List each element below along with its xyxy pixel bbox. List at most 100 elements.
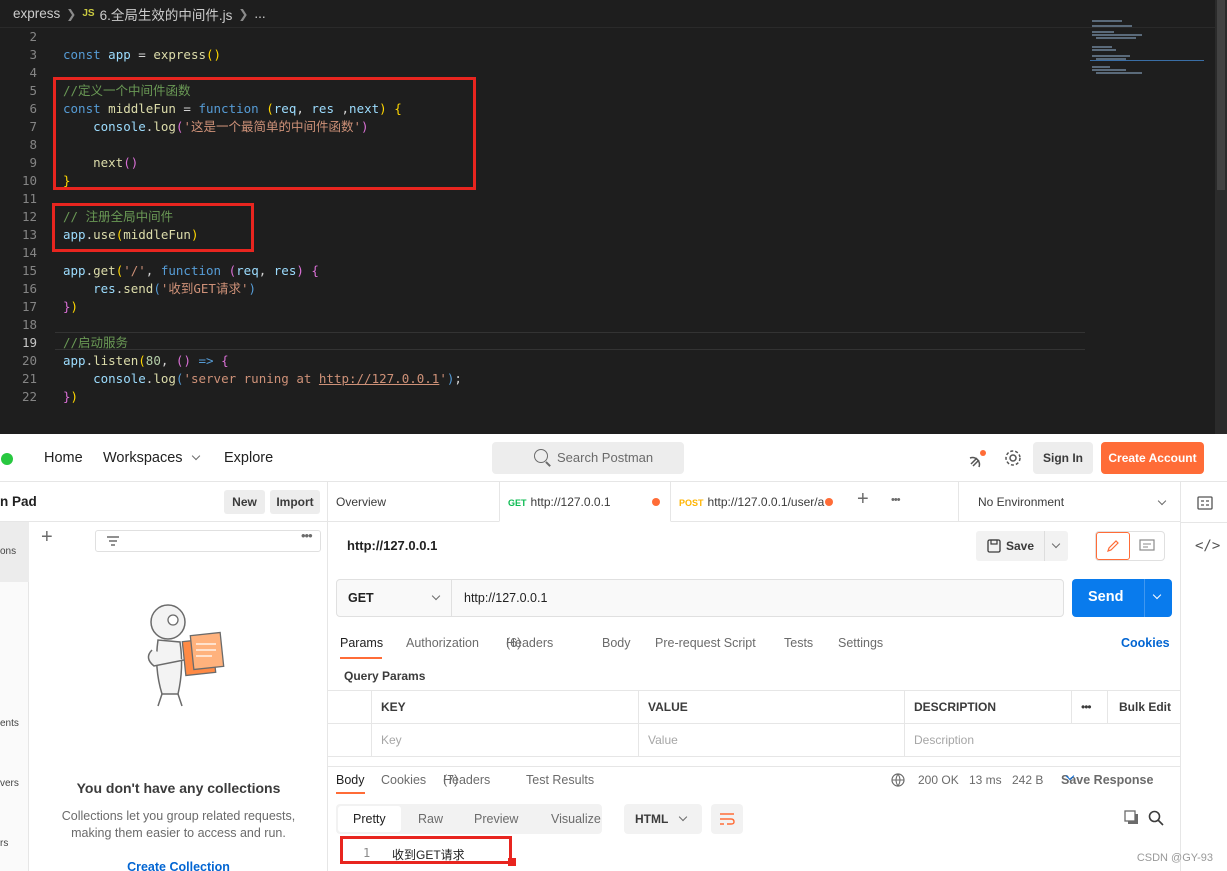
line-number: 3: [29, 47, 37, 62]
tab-method-get: GET: [508, 498, 527, 508]
new-tab-plus-icon[interactable]: +: [857, 488, 869, 511]
chevron-down-icon[interactable]: [1051, 539, 1061, 549]
code-text[interactable]: console.log('server runing at http://127…: [63, 370, 462, 388]
gear-icon[interactable]: [1004, 449, 1022, 467]
code-text[interactable]: const app = express(): [63, 46, 221, 64]
copy-icon[interactable]: [1124, 810, 1140, 826]
send-button[interactable]: Send: [1072, 579, 1172, 617]
search-icon[interactable]: [1148, 810, 1164, 826]
view-toggle: [1095, 531, 1165, 561]
code-line[interactable]: 22}): [0, 388, 1090, 406]
edit-pencil-icon[interactable]: [1096, 532, 1130, 560]
minimap[interactable]: [1090, 18, 1205, 78]
key-input[interactable]: Key: [371, 724, 638, 757]
format-pretty[interactable]: Pretty: [338, 806, 401, 832]
cookies-link[interactable]: Cookies: [1121, 636, 1170, 650]
empty-desc-line-1: Collections let you group related reques…: [61, 809, 296, 823]
sign-in-button[interactable]: Sign In: [1033, 442, 1093, 474]
nav-explore[interactable]: Explore: [224, 450, 273, 466]
sidebar-tools: + •••: [29, 522, 328, 558]
rail-item-collections[interactable]: ons: [0, 546, 16, 557]
tab-settings[interactable]: Settings: [838, 636, 883, 650]
satellite-sync-icon[interactable]: [967, 448, 989, 470]
globe-icon[interactable]: [891, 773, 905, 787]
environment-quick-look-icon[interactable]: [1197, 496, 1213, 510]
format-visualize[interactable]: Visualize: [551, 804, 601, 834]
code-line[interactable]: 20 app.listen(80, () => {: [0, 352, 1090, 370]
response-size[interactable]: 242 B: [1012, 773, 1043, 787]
annotation-corner: [508, 858, 516, 866]
code-text[interactable]: app.get('/', function (req, res) {: [63, 262, 319, 280]
response-tab-cookies[interactable]: Cookies: [381, 773, 426, 787]
window-maximize-dot[interactable]: [1, 453, 13, 465]
response-time[interactable]: 13 ms: [969, 773, 1002, 787]
wrap-lines-button[interactable]: [711, 804, 743, 834]
minimap-viewport[interactable]: [1090, 60, 1204, 61]
code-text[interactable]: //启动服务: [63, 334, 128, 352]
response-tab-body[interactable]: Body: [336, 773, 365, 787]
tab-get-request[interactable]: GET http://127.0.0.1: [499, 482, 671, 522]
code-snippet-icon[interactable]: </>: [1195, 538, 1220, 554]
plus-icon[interactable]: +: [41, 526, 53, 549]
format-preview[interactable]: Preview: [474, 804, 518, 834]
line-number: 2: [29, 29, 37, 44]
tab-authorization[interactable]: Authorization: [406, 636, 479, 650]
search-input[interactable]: Search Postman: [492, 442, 684, 474]
nav-home[interactable]: Home: [44, 450, 83, 466]
filter-input[interactable]: [95, 530, 321, 552]
code-text[interactable]: }): [63, 388, 78, 406]
table-more-icon[interactable]: •••: [1071, 691, 1107, 724]
chevron-down-icon[interactable]: [1152, 590, 1162, 600]
response-status[interactable]: 200 OK: [918, 773, 959, 787]
code-text[interactable]: }): [63, 298, 78, 316]
code-text[interactable]: app.listen(80, () => {: [63, 352, 229, 370]
code-line[interactable]: 3 const app = express(): [0, 46, 1090, 64]
breadcrumb-file[interactable]: 6.全局生效的中间件.js: [100, 4, 233, 24]
chevron-down-icon: [678, 812, 688, 822]
tab-overview[interactable]: Overview: [336, 482, 496, 522]
response-body-text[interactable]: 收到GET请求: [392, 846, 465, 863]
tab-body[interactable]: Body: [602, 636, 631, 650]
code-line[interactable]: 16 res.send('收到GET请求'): [0, 280, 1090, 298]
comment-icon[interactable]: [1139, 539, 1155, 553]
value-input[interactable]: Value: [638, 724, 904, 757]
create-account-button[interactable]: Create Account: [1101, 442, 1204, 474]
code-line[interactable]: 2: [0, 28, 1090, 46]
language-select[interactable]: HTML: [624, 804, 702, 834]
url-input[interactable]: http://127.0.0.1: [464, 580, 547, 616]
breadcrumb-folder[interactable]: express: [13, 6, 60, 21]
code-line[interactable]: 19 //启动服务: [0, 334, 1090, 352]
import-button[interactable]: Import: [270, 490, 320, 514]
description-input[interactable]: Description: [904, 724, 1180, 757]
code-text[interactable]: res.send('收到GET请求'): [63, 280, 256, 298]
more-options-icon[interactable]: •••: [301, 528, 313, 543]
nav-workspaces[interactable]: Workspaces: [103, 450, 200, 466]
sidebar-rail: ons ents vers rs y: [0, 522, 29, 871]
create-collection-link[interactable]: Create Collection: [29, 860, 328, 871]
tab-post-request[interactable]: POST http://127.0.0.1/user/a: [679, 482, 843, 522]
editor-scrollbar[interactable]: [1215, 0, 1227, 434]
scrollbar-thumb[interactable]: [1217, 0, 1225, 190]
tab-params[interactable]: Params: [340, 636, 383, 650]
save-disk-icon: [987, 539, 1001, 553]
more-tabs-icon[interactable]: •••: [891, 494, 901, 506]
line-number: 12: [21, 209, 37, 224]
code-line[interactable]: 21 console.log('server runing at http://…: [0, 370, 1090, 388]
save-button[interactable]: Save: [976, 531, 1068, 561]
code-line[interactable]: 15 app.get('/', function (req, res) {: [0, 262, 1090, 280]
code-line[interactable]: 17}): [0, 298, 1090, 316]
bulk-edit-button[interactable]: Bulk Edit: [1107, 691, 1180, 724]
rail-item-servers[interactable]: vers: [0, 778, 19, 789]
rail-item-monitors[interactable]: rs: [0, 838, 8, 849]
environment-select[interactable]: No Environment: [958, 482, 1180, 522]
method-select[interactable]: GET: [337, 580, 452, 616]
breadcrumb-more[interactable]: ...: [254, 6, 265, 21]
tab-prerequest-script[interactable]: Pre-request Script: [655, 636, 756, 650]
code-line[interactable]: 18: [0, 316, 1090, 334]
format-raw[interactable]: Raw: [418, 804, 443, 834]
line-number: 19: [21, 335, 37, 350]
new-button[interactable]: New: [224, 490, 265, 514]
tab-tests[interactable]: Tests: [784, 636, 813, 650]
rail-item-environments[interactable]: ents: [0, 718, 19, 729]
response-tab-test-results[interactable]: Test Results: [526, 773, 594, 787]
